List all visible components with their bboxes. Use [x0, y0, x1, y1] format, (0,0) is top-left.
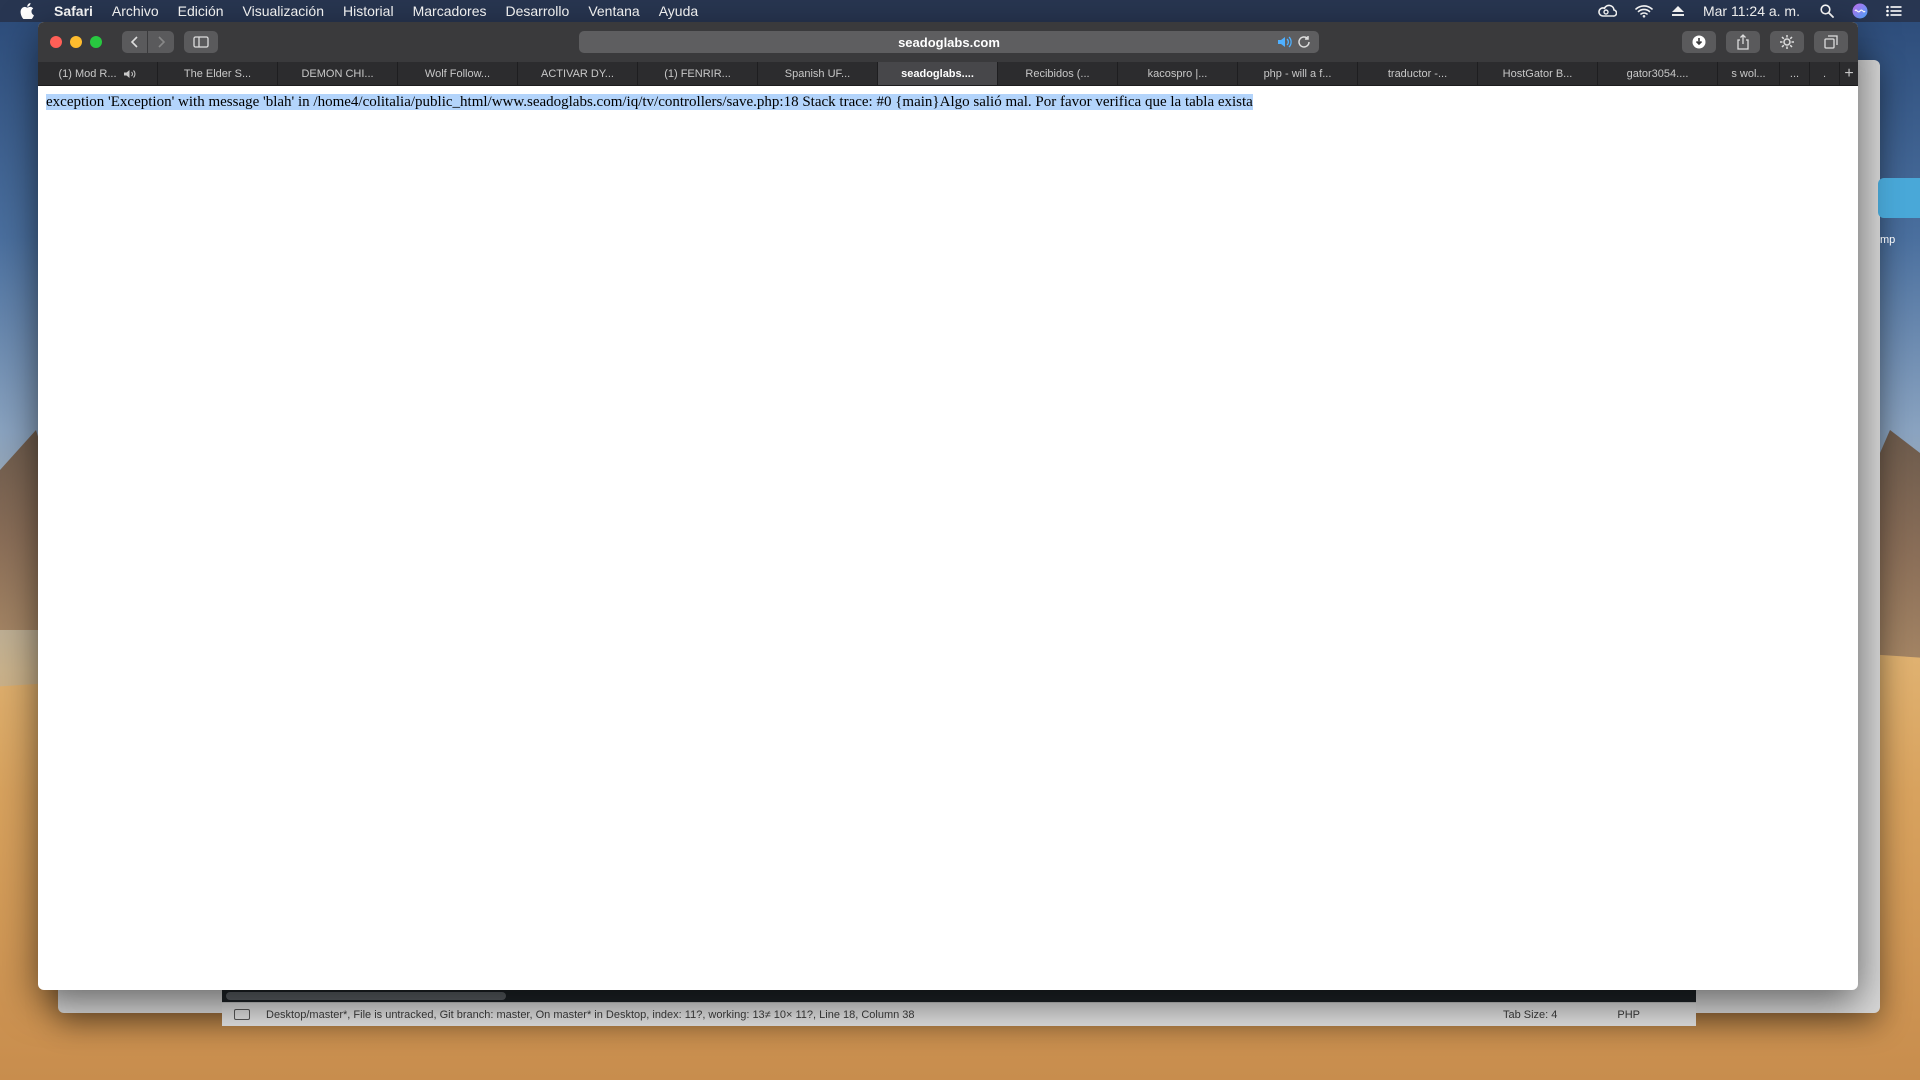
- speaker-icon[interactable]: [123, 69, 137, 79]
- toolbar-right-buttons: [1672, 31, 1848, 53]
- tab-php-will[interactable]: php - will a f...: [1238, 62, 1358, 85]
- tab-label: Spanish UF...: [784, 67, 851, 80]
- audio-playing-icon[interactable]: [1277, 35, 1293, 52]
- tab-label: DEMON CHI...: [301, 67, 374, 80]
- menu-safari[interactable]: Safari: [54, 3, 93, 19]
- download-icon: [1692, 35, 1706, 49]
- tab-demon-chi[interactable]: DEMON CHI...: [278, 62, 398, 85]
- forward-button[interactable]: [148, 31, 174, 53]
- wifi-icon[interactable]: [1635, 4, 1653, 18]
- tab-label: ...: [1789, 67, 1800, 80]
- error-message: exception 'Exception' with message 'blah…: [46, 94, 1253, 110]
- tab-label: .: [1822, 67, 1827, 80]
- chevron-left-icon: [130, 36, 138, 48]
- sidebar-icon: [193, 36, 209, 48]
- tab-hostgator[interactable]: HostGator B...: [1478, 62, 1598, 85]
- tab-fenrir[interactable]: (1) FENRIR...: [638, 62, 758, 85]
- tab-activar-dy[interactable]: ACTIVAR DY...: [518, 62, 638, 85]
- minimize-window-button[interactable]: [70, 36, 82, 48]
- tab-the-elder[interactable]: The Elder S...: [158, 62, 278, 85]
- tab-wolf-follow[interactable]: Wolf Follow...: [398, 62, 518, 85]
- window-controls: [50, 36, 110, 48]
- tab-seadoglabs[interactable]: seadoglabs....: [878, 62, 998, 85]
- back-button[interactable]: [122, 31, 148, 53]
- desktop-widget[interactable]: [1878, 178, 1920, 218]
- tab-spanish-uf[interactable]: Spanish UF...: [758, 62, 878, 85]
- tabs-overview-icon: [1824, 35, 1838, 49]
- tab-label: php - will a f...: [1263, 67, 1332, 80]
- tab-size-selector[interactable]: Tab Size: 4: [1503, 1009, 1557, 1021]
- menu-ayuda[interactable]: Ayuda: [659, 3, 698, 19]
- creative-cloud-icon[interactable]: [1597, 4, 1617, 18]
- tab-overview-button[interactable]: [1814, 31, 1848, 53]
- siri-icon[interactable]: [1852, 3, 1868, 19]
- tab-collapsed-1[interactable]: ...: [1780, 62, 1810, 85]
- menu-archivo[interactable]: Archivo: [112, 3, 159, 19]
- menubar-clock[interactable]: Mar 11:24 a. m.: [1703, 3, 1800, 19]
- tab-label: (1) FENRIR...: [664, 67, 731, 80]
- tab-label: (1) Mod R...: [58, 67, 117, 80]
- editor-horizontal-scrollbar[interactable]: [222, 990, 1696, 1002]
- page-content: exception 'Exception' with message 'blah…: [38, 86, 1858, 118]
- editor-status-info: Desktop/master*, File is untracked, Git …: [266, 1008, 915, 1021]
- menu-bar: Safari Archivo Edición Visualización His…: [0, 0, 1920, 22]
- tab-collapsed-2[interactable]: .: [1810, 62, 1840, 85]
- tab-label: ACTIVAR DY...: [541, 67, 614, 80]
- spotlight-search-icon[interactable]: [1820, 4, 1834, 18]
- downloads-button[interactable]: [1682, 31, 1716, 53]
- extensions-button[interactable]: [1770, 31, 1804, 53]
- tab-traductor[interactable]: traductor -...: [1358, 62, 1478, 85]
- reload-icon[interactable]: [1297, 35, 1311, 52]
- menu-edicion[interactable]: Edición: [178, 3, 224, 19]
- share-icon: [1737, 34, 1749, 50]
- tab-bar: (1) Mod R... The Elder S... DEMON CHI...…: [38, 62, 1858, 86]
- tab-label: s wol...: [1731, 67, 1766, 80]
- panel-toggle-icon[interactable]: [234, 1009, 250, 1020]
- address-bar[interactable]: seadoglabs.com: [579, 31, 1319, 53]
- editor-status-bar: Desktop/master*, File is untracked, Git …: [222, 1002, 1696, 1026]
- tab-label: seadoglabs....: [901, 67, 974, 80]
- fullscreen-window-button[interactable]: [90, 36, 102, 48]
- menu-desarrollo[interactable]: Desarrollo: [506, 3, 570, 19]
- tab-label: HostGator B...: [1502, 67, 1573, 80]
- menu-visualizacion[interactable]: Visualización: [243, 3, 324, 19]
- tab-kacospro[interactable]: kacospro |...: [1118, 62, 1238, 85]
- eject-icon[interactable]: [1671, 5, 1685, 17]
- menu-ventana[interactable]: Ventana: [588, 3, 639, 19]
- menu-marcadores[interactable]: Marcadores: [413, 3, 487, 19]
- tab-mod-r[interactable]: (1) Mod R...: [38, 62, 158, 85]
- tab-s-wol[interactable]: s wol...: [1718, 62, 1780, 85]
- tab-label: traductor -...: [1387, 67, 1448, 80]
- tab-label: Recibidos (...: [1025, 67, 1090, 80]
- tab-gator3054[interactable]: gator3054....: [1598, 62, 1718, 85]
- tab-label: Wolf Follow...: [424, 67, 491, 80]
- menu-historial[interactable]: Historial: [343, 3, 394, 19]
- safari-toolbar: seadoglabs.com: [38, 22, 1858, 62]
- navigation-buttons: [122, 31, 174, 53]
- tab-label: gator3054....: [1626, 67, 1689, 80]
- close-window-button[interactable]: [50, 36, 62, 48]
- apple-logo-icon[interactable]: [20, 3, 38, 19]
- address-text: seadoglabs.com: [898, 34, 1000, 50]
- tab-recibidos[interactable]: Recibidos (...: [998, 62, 1118, 85]
- editor-scrollbar-thumb[interactable]: [226, 992, 506, 1000]
- gear-icon: [1780, 35, 1794, 49]
- desktop-widget-label: mp: [1880, 234, 1896, 246]
- notification-center-icon[interactable]: [1886, 5, 1902, 17]
- syntax-language-selector[interactable]: PHP: [1617, 1009, 1640, 1021]
- sidebar-toggle-button[interactable]: [184, 31, 218, 53]
- tab-label: The Elder S...: [183, 67, 252, 80]
- new-tab-button[interactable]: +: [1840, 62, 1858, 85]
- safari-window: seadoglabs.com (1) Mod R... The Elder S.…: [38, 22, 1858, 990]
- share-button[interactable]: [1726, 31, 1760, 53]
- tab-label: kacospro |...: [1147, 67, 1208, 80]
- chevron-right-icon: [158, 36, 166, 48]
